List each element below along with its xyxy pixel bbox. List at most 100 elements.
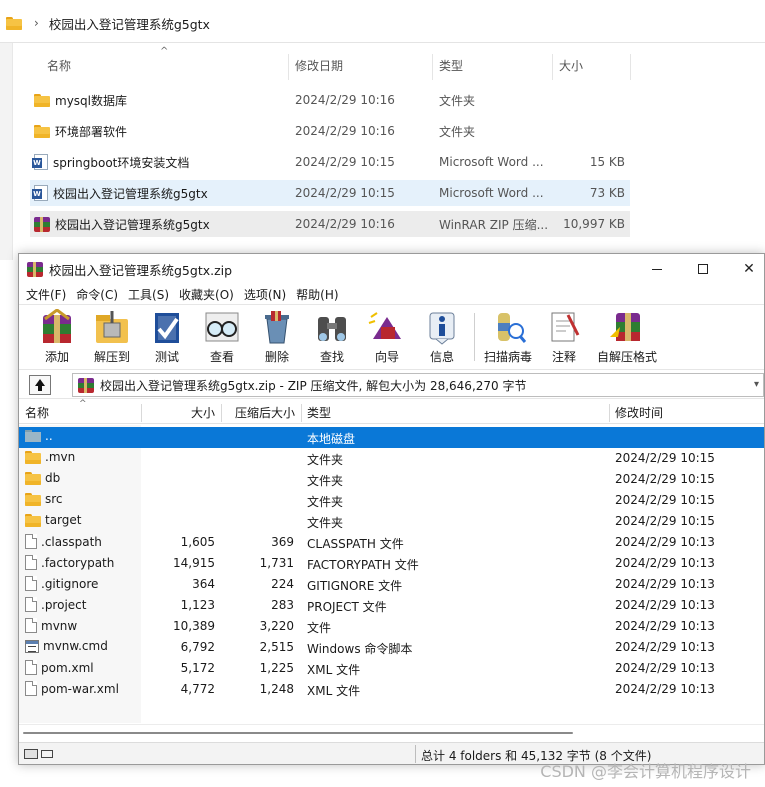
watermark: CSDN @李会计算机程序设计	[540, 762, 751, 781]
menu-bar: 文件(F) 命令(C) 工具(S) 收藏夹(O) 选项(N) 帮助(H)	[19, 284, 764, 304]
file-name: mvnw.cmd	[43, 639, 108, 653]
menu-help[interactable]: 帮助(H)	[296, 286, 338, 303]
extract-to-button[interactable]: 解压到	[83, 309, 141, 365]
test-button[interactable]: 测试	[138, 309, 196, 365]
file-type: 文件夹	[307, 516, 344, 530]
explorer-row[interactable]: 环境部署软件 2024/2/29 10:16 文件夹	[30, 118, 630, 144]
menu-file[interactable]: 文件(F)	[26, 286, 66, 303]
comment-button[interactable]: 注释	[535, 309, 593, 365]
menu-commands[interactable]: 命令(C)	[76, 286, 118, 303]
close-button[interactable]: ✕	[726, 254, 765, 284]
column-separator[interactable]	[609, 404, 610, 422]
minimize-button[interactable]	[634, 254, 680, 284]
column-name[interactable]: 名称	[47, 50, 71, 82]
menu-tools[interactable]: 工具(S)	[128, 286, 169, 303]
file-row[interactable]: src 文件夹 2024/2/29 10:15	[19, 490, 764, 511]
file-date: 2024/2/29 10:16	[295, 217, 395, 231]
file-icon	[25, 555, 37, 570]
drive-status-icon[interactable]	[24, 748, 60, 760]
column-separator[interactable]	[301, 404, 302, 422]
file-icon	[25, 681, 37, 696]
info-button[interactable]: 信息	[413, 309, 471, 365]
column-separator[interactable]	[141, 404, 142, 422]
file-explorer-window: › 校园出入登记管理系统g5gtx ^ 名称 修改日期 类型 大小 mysql数…	[0, 0, 765, 260]
breadcrumb-current[interactable]: 校园出入登记管理系统g5gtx	[49, 14, 210, 33]
explorer-row[interactable]: mysql数据库 2024/2/29 10:16 文件夹	[30, 87, 630, 113]
file-type: 文件夹	[439, 93, 476, 108]
file-name: target	[45, 513, 82, 527]
column-separator[interactable]	[288, 54, 289, 80]
column-type[interactable]: 类型	[307, 402, 331, 424]
find-button[interactable]: 查找	[303, 309, 361, 365]
winrar-app-icon	[27, 261, 43, 277]
view-button[interactable]: 查看	[193, 309, 251, 365]
toolbar: 添加 解压到 测试 查看 删除 查找 向导 信息 扫描病毒 注释 自解压格式	[19, 304, 764, 366]
file-row[interactable]: .mvn 文件夹 2024/2/29 10:15	[19, 448, 764, 469]
file-modified: 2024/2/29 10:15	[615, 514, 715, 528]
title-bar[interactable]: 校园出入登记管理系统g5gtx.zip ✕	[19, 254, 764, 284]
column-separator[interactable]	[630, 54, 631, 80]
file-row[interactable]: pom-war.xml 4,772 1,248 XML 文件 2024/2/29…	[19, 679, 764, 700]
file-type: Windows 命令脚本	[307, 642, 413, 656]
explorer-row-hover[interactable]: 校园出入登记管理系统g5gtx 2024/2/29 10:16 WinRAR Z…	[30, 211, 630, 237]
file-name: src	[45, 492, 63, 506]
file-icon	[25, 597, 37, 612]
file-type: XML 文件	[307, 684, 361, 698]
file-row[interactable]: target 文件夹 2024/2/29 10:15	[19, 511, 764, 532]
add-button[interactable]: 添加	[28, 308, 86, 365]
winrar-window: 校园出入登记管理系统g5gtx.zip ✕ 文件(F) 命令(C) 工具(S) …	[18, 253, 765, 765]
minimize-icon	[652, 268, 662, 270]
column-date[interactable]: 修改日期	[295, 50, 343, 82]
menu-options[interactable]: 选项(N)	[244, 286, 286, 303]
column-separator[interactable]	[221, 404, 222, 422]
wizard-button[interactable]: 向导	[358, 309, 416, 365]
explorer-row-selected[interactable]: 校园出入登记管理系统g5gtx 2024/2/29 10:15 Microsof…	[30, 180, 630, 206]
folder-icon	[34, 93, 50, 107]
menu-favorites[interactable]: 收藏夹(O)	[179, 286, 234, 303]
file-row[interactable]: mvnw 10,389 3,220 文件 2024/2/29 10:13	[19, 616, 764, 637]
file-size: 73 KB	[589, 186, 625, 200]
file-row[interactable]: .project 1,123 283 PROJECT 文件 2024/2/29 …	[19, 595, 764, 616]
file-type: PROJECT 文件	[307, 600, 387, 614]
maximize-button[interactable]	[680, 254, 726, 284]
file-modified: 2024/2/29 10:15	[615, 451, 715, 465]
file-type: 本地磁盘	[307, 432, 356, 446]
file-row[interactable]: .gitignore 364 224 GITIGNORE 文件 2024/2/2…	[19, 574, 764, 595]
scrollbar-thumb[interactable]	[23, 732, 573, 734]
explorer-row[interactable]: springboot环境安装文档 2024/2/29 10:15 Microso…	[30, 149, 630, 175]
file-name: .project	[41, 597, 87, 612]
delete-button[interactable]: 删除	[248, 309, 306, 365]
file-row[interactable]: db 文件夹 2024/2/29 10:15	[19, 469, 764, 490]
breadcrumb[interactable]: › 校园出入登记管理系统g5gtx	[0, 6, 765, 40]
column-modified[interactable]: 修改时间	[615, 402, 663, 424]
up-one-level-button[interactable]	[29, 375, 51, 395]
file-packed-size: 1,248	[259, 682, 294, 696]
maximize-icon	[698, 264, 708, 274]
delete-button-label: 删除	[264, 350, 289, 364]
file-packed-size: 1,225	[259, 661, 294, 675]
navigation-pane[interactable]	[0, 43, 13, 260]
file-list-header: ^ 名称 大小 压缩后大小 类型 修改时间	[19, 399, 764, 424]
column-packed-size[interactable]: 压缩后大小	[235, 402, 295, 424]
column-size[interactable]: 大小	[191, 402, 215, 424]
file-type: Microsoft Word ...	[439, 155, 544, 169]
chevron-down-icon[interactable]: ▾	[754, 379, 759, 390]
file-icon	[25, 618, 37, 633]
sfx-button[interactable]: 自解压格式	[597, 309, 657, 365]
path-dropdown[interactable]: 校园出入登记管理系统g5gtx.zip - ZIP 压缩文件, 解包大小为 28…	[72, 373, 764, 397]
scan-virus-button[interactable]: 扫描病毒	[479, 309, 537, 365]
file-row[interactable]: .factorypath 14,915 1,731 FACTORYPATH 文件…	[19, 553, 764, 574]
column-type[interactable]: 类型	[439, 50, 463, 82]
file-row[interactable]: pom.xml 5,172 1,225 XML 文件 2024/2/29 10:…	[19, 658, 764, 679]
column-separator[interactable]	[552, 54, 553, 80]
column-size[interactable]: 大小	[559, 50, 583, 82]
column-separator[interactable]	[432, 54, 433, 80]
column-name[interactable]: 名称	[25, 402, 49, 424]
file-list: .. 本地磁盘 .mvn 文件夹 2024/2/29 10:15 db 文件夹 …	[19, 425, 764, 723]
address-bar: 校园出入登记管理系统g5gtx.zip - ZIP 压缩文件, 解包大小为 28…	[19, 369, 764, 399]
chevron-right-icon[interactable]: ›	[34, 16, 39, 30]
horizontal-scrollbar[interactable]	[19, 724, 764, 741]
file-row-selected[interactable]: .. 本地磁盘	[19, 427, 764, 448]
file-row[interactable]: .classpath 1,605 369 CLASSPATH 文件 2024/2…	[19, 532, 764, 553]
file-row[interactable]: mvnw.cmd 6,792 2,515 Windows 命令脚本 2024/2…	[19, 637, 764, 658]
